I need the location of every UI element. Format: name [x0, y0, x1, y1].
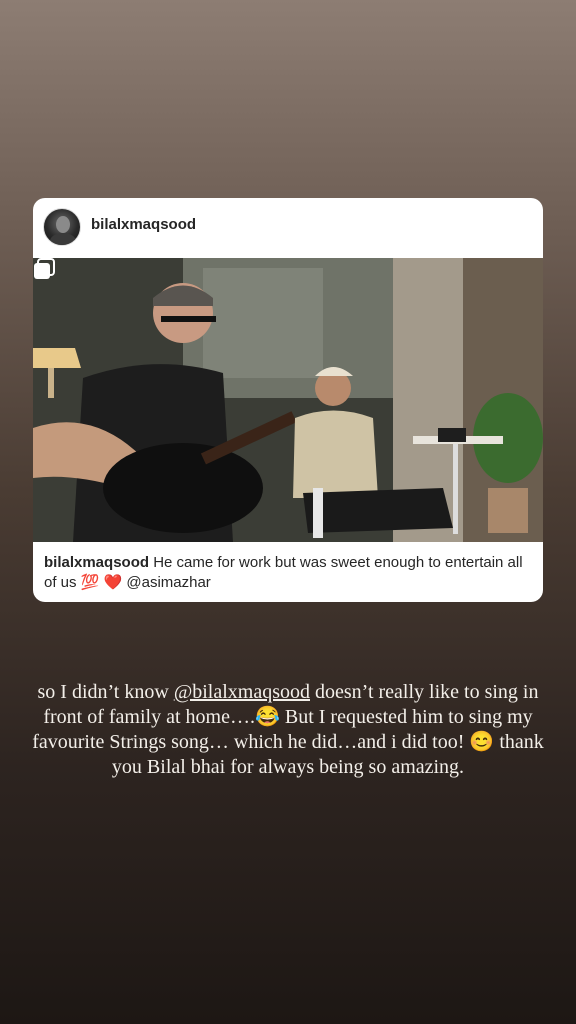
- caption-mention[interactable]: @asimazhar: [122, 574, 210, 591]
- caption-username[interactable]: bilalxmaqsood: [44, 554, 149, 571]
- carousel-multiple-icon: [34, 258, 55, 279]
- post-username[interactable]: bilalxmaqsood: [91, 216, 196, 233]
- post-photo[interactable]: [33, 258, 543, 542]
- post-header: bilalxmaqsood: [33, 198, 543, 256]
- avatar[interactable]: [43, 208, 81, 246]
- photo-scene: [33, 258, 543, 542]
- smiling-emoji: 😊: [469, 731, 495, 753]
- post-caption: bilalxmaqsood He came for work but was s…: [44, 553, 534, 593]
- story-caption: so I didn’t know @bilalxmaqsood doesn’t …: [20, 680, 556, 780]
- laughing-emoji: 😂: [254, 706, 280, 728]
- shared-post-card[interactable]: bilalxmaqsood bilalxmaqsood He came for …: [33, 198, 543, 602]
- caption-emojis: 💯 ❤️: [80, 574, 123, 591]
- story-mention[interactable]: @bilalxmaqsood: [174, 681, 310, 703]
- story-text-part1: so I didn’t know: [37, 681, 174, 703]
